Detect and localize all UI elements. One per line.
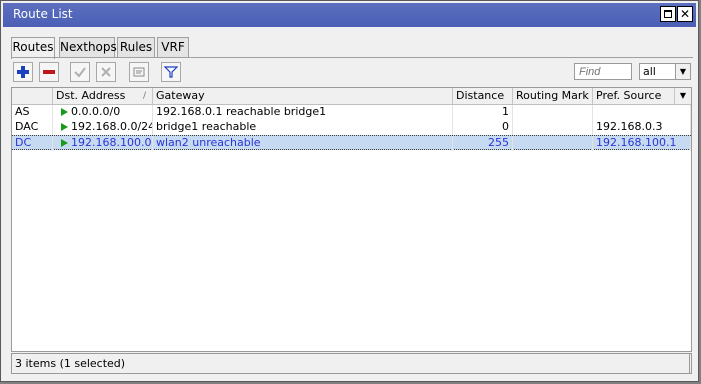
tab-routes[interactable]: Routes [11,37,55,59]
chevron-down-icon[interactable]: ▼ [675,64,690,79]
column-header-dst-address-label: Dst. Address [56,89,126,102]
comment-button[interactable] [129,62,149,82]
row-dst-address: 192.168.0.0/24 [53,120,153,135]
row-distance: 1 [453,105,513,120]
row-routing-mark [513,136,593,151]
row-flags: DC [12,136,53,151]
window-title: Route List [13,7,73,21]
row-flags: AS [12,105,53,120]
table-row-selected[interactable]: DC 192.168.100.0... wlan2 unreachable 25… [12,135,691,151]
table-row[interactable]: AS 0.0.0.0/0 192.168.0.1 reachable bridg… [12,105,691,120]
row-gateway: 192.168.0.1 reachable bridge1 [153,105,453,120]
close-button[interactable]: ✕ [677,6,693,22]
row-pref-source [593,105,691,120]
row-distance: 0 [453,120,513,135]
tab-rules[interactable]: Rules [117,37,155,58]
row-flags: DAC [12,120,53,135]
table-row[interactable]: DAC 192.168.0.0/24 bridge1 reachable 0 1… [12,120,691,135]
add-icon [17,66,29,78]
filter-button[interactable] [161,62,181,82]
row-routing-mark [513,120,593,135]
row-pref-source: 192.168.0.3 [593,120,691,135]
enable-button[interactable] [70,62,90,82]
row-routing-mark [513,105,593,120]
tab-vrf[interactable]: VRF [157,37,189,58]
maximize-icon [664,10,672,18]
row-distance: 255 [453,136,513,151]
row-dst-address: 192.168.100.0... [53,136,153,151]
sort-indicator-icon: / [142,91,146,101]
route-list-window: Route List ✕ Routes Nexthops Rules VRF a… [0,0,699,382]
find-input[interactable] [574,63,632,80]
route-flag-icon [61,139,68,147]
tab-divider [11,57,693,58]
remove-button[interactable] [39,62,59,82]
filter-select[interactable]: all ▼ [639,63,691,80]
remove-icon [43,70,55,74]
row-dst-address-text: 192.168.100.0... [71,136,153,149]
tab-nexthops[interactable]: Nexthops [59,37,117,58]
close-icon: ✕ [679,7,691,21]
column-header-routing-mark[interactable]: Routing Mark [513,88,593,104]
enable-icon [74,67,86,78]
comment-icon [133,67,145,77]
column-header-gateway[interactable]: Gateway [153,88,453,104]
status-text: 3 items (1 selected) [15,357,126,370]
column-header-dst-address[interactable]: Dst. Address / [53,88,153,104]
status-bar: 3 items (1 selected) [11,353,692,374]
filter-icon [164,66,178,78]
row-gateway: bridge1 reachable [153,120,453,135]
route-table: Dst. Address / Gateway Distance Routing … [11,87,692,352]
disable-icon [101,67,111,77]
row-dst-address-text: 192.168.0.0/24 [71,120,153,133]
route-flag-icon [61,123,68,131]
window-titlebar[interactable]: Route List ✕ [3,3,696,27]
maximize-button[interactable] [660,6,676,22]
table-header: Dst. Address / Gateway Distance Routing … [12,88,691,105]
filter-select-value: all [643,65,656,78]
add-button[interactable] [13,62,33,82]
column-header-flags[interactable] [12,88,53,104]
row-pref-source: 192.168.100.1 [593,136,691,151]
row-gateway: wlan2 unreachable [153,136,453,151]
status-divider [689,354,690,373]
route-flag-icon [61,108,68,116]
row-dst-address: 0.0.0.0/0 [53,105,153,120]
column-header-distance[interactable]: Distance [453,88,513,104]
disable-button[interactable] [96,62,116,82]
column-header-pref-source[interactable]: Pref. Source [593,88,675,104]
row-dst-address-text: 0.0.0.0/0 [71,105,121,118]
column-menu-icon[interactable]: ▼ [676,88,690,104]
